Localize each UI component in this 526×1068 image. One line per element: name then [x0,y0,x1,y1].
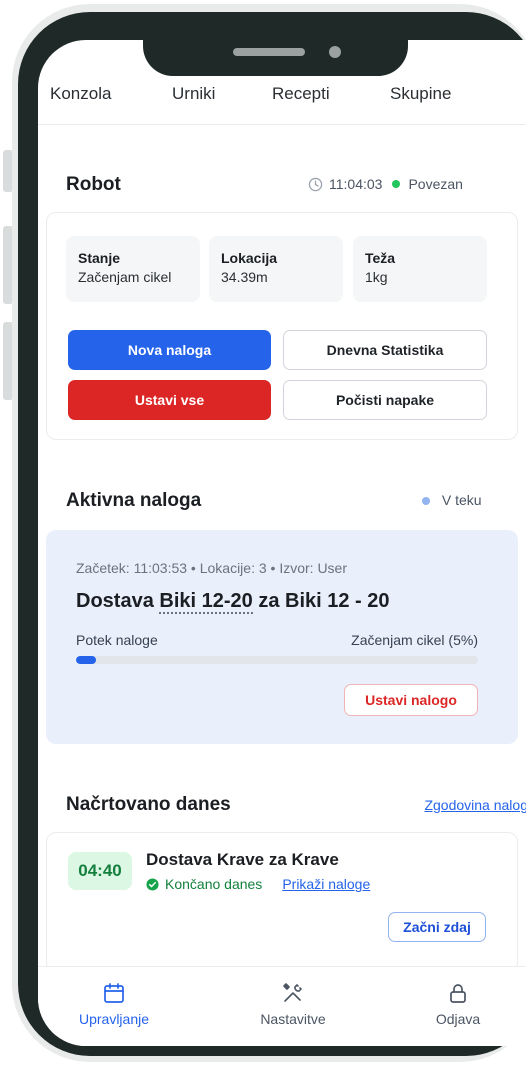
nav-nastavitve[interactable]: Nastavitve [238,981,348,1027]
show-orders-link[interactable]: Prikaži naloge [282,876,370,892]
phone-notch [143,12,408,76]
planned-item-status: Končano danes [165,876,263,892]
nav-label: Upravljanje [78,1011,150,1027]
planned-item-name: Dostava Krave za Krave [146,850,339,869]
phone-frame: Konzola Urniki Recepti Skupine Robot 11:… [0,0,526,1068]
planned-title: Načrtovano danes [66,794,231,815]
check-circle-icon [146,877,159,891]
daily-stats-button[interactable]: Dnevna Statistika [283,330,487,370]
robot-connection-status: Povezan [408,176,463,192]
robot-time: 11:04:03 [329,176,383,192]
app-screen: Konzola Urniki Recepti Skupine Robot 11:… [38,40,526,1046]
stat-teza: Teža 1kg [353,236,487,302]
nav-upravljanje[interactable]: Upravljanje [64,981,164,1027]
history-link[interactable]: Zgodovina nalog [424,797,526,813]
speaker-icon [233,48,305,56]
progress-status: Začenjam cikel (5%) [351,632,478,648]
stop-all-button[interactable]: Ustavi vse [68,380,271,420]
clock-icon [308,177,323,191]
tab-skupine[interactable]: Skupine [390,84,451,104]
nav-odjava[interactable]: Odjava [418,981,498,1027]
nav-label: Odjava [435,1011,481,1027]
tab-konzola[interactable]: Konzola [50,84,111,104]
stat-lokacija: Lokacija 34.39m [209,236,343,302]
stat-stanje: Stanje Začenjam cikel [66,236,200,302]
stat-value: 1kg [365,269,388,285]
start-now-button[interactable]: Začni zdaj [388,912,486,942]
progress-label: Potek naloge [76,632,158,648]
status-dot-icon [422,497,430,506]
active-order-status: V teku [422,492,482,508]
active-order-name: Dostava Biki 12-20 za Biki 12 - 20 [76,590,390,614]
tools-icon [283,983,302,1002]
active-order-title: Aktivna naloga [66,490,202,511]
stop-order-button[interactable]: Ustavi nalogo [344,684,478,716]
nav-label: Nastavitve [260,1011,326,1027]
clear-errors-button[interactable]: Počisti napake [283,380,487,420]
stat-value: 34.39m [221,269,268,285]
planned-item-meta: Končano danes Prikaži naloge [146,876,370,892]
tab-recepti[interactable]: Recepti [272,84,330,104]
order-name-link[interactable]: Biki 12-20 [159,590,253,614]
robot-status-line: 11:04:03 Povezan [308,176,463,192]
stat-value: Začenjam cikel [78,269,172,285]
stat-label: Teža [365,250,396,266]
lock-icon [450,984,466,1003]
stat-label: Stanje [78,250,121,266]
status-dot-icon [392,180,401,188]
progress-bar [76,656,478,664]
calendar-icon [104,983,124,1003]
progress-fill [76,656,97,664]
robot-title: Robot [66,174,121,195]
new-order-button[interactable]: Nova naloga [68,330,271,370]
camera-icon [329,46,341,58]
active-order-status-text: V teku [441,492,482,508]
active-order-meta: Začetek: 11:03:53 • Lokacije: 3 • Izvor:… [76,560,348,576]
order-name-suffix: za Biki 12 - 20 [252,590,390,612]
tab-urniki[interactable]: Urniki [172,84,215,104]
bottom-nav: Upravljanje Nastavitve Odjava [38,966,526,1046]
top-nav-divider [38,124,526,125]
stat-label: Lokacija [221,250,278,266]
planned-item-time: 04:40 [68,852,132,890]
order-name-prefix: Dostava [76,590,160,612]
